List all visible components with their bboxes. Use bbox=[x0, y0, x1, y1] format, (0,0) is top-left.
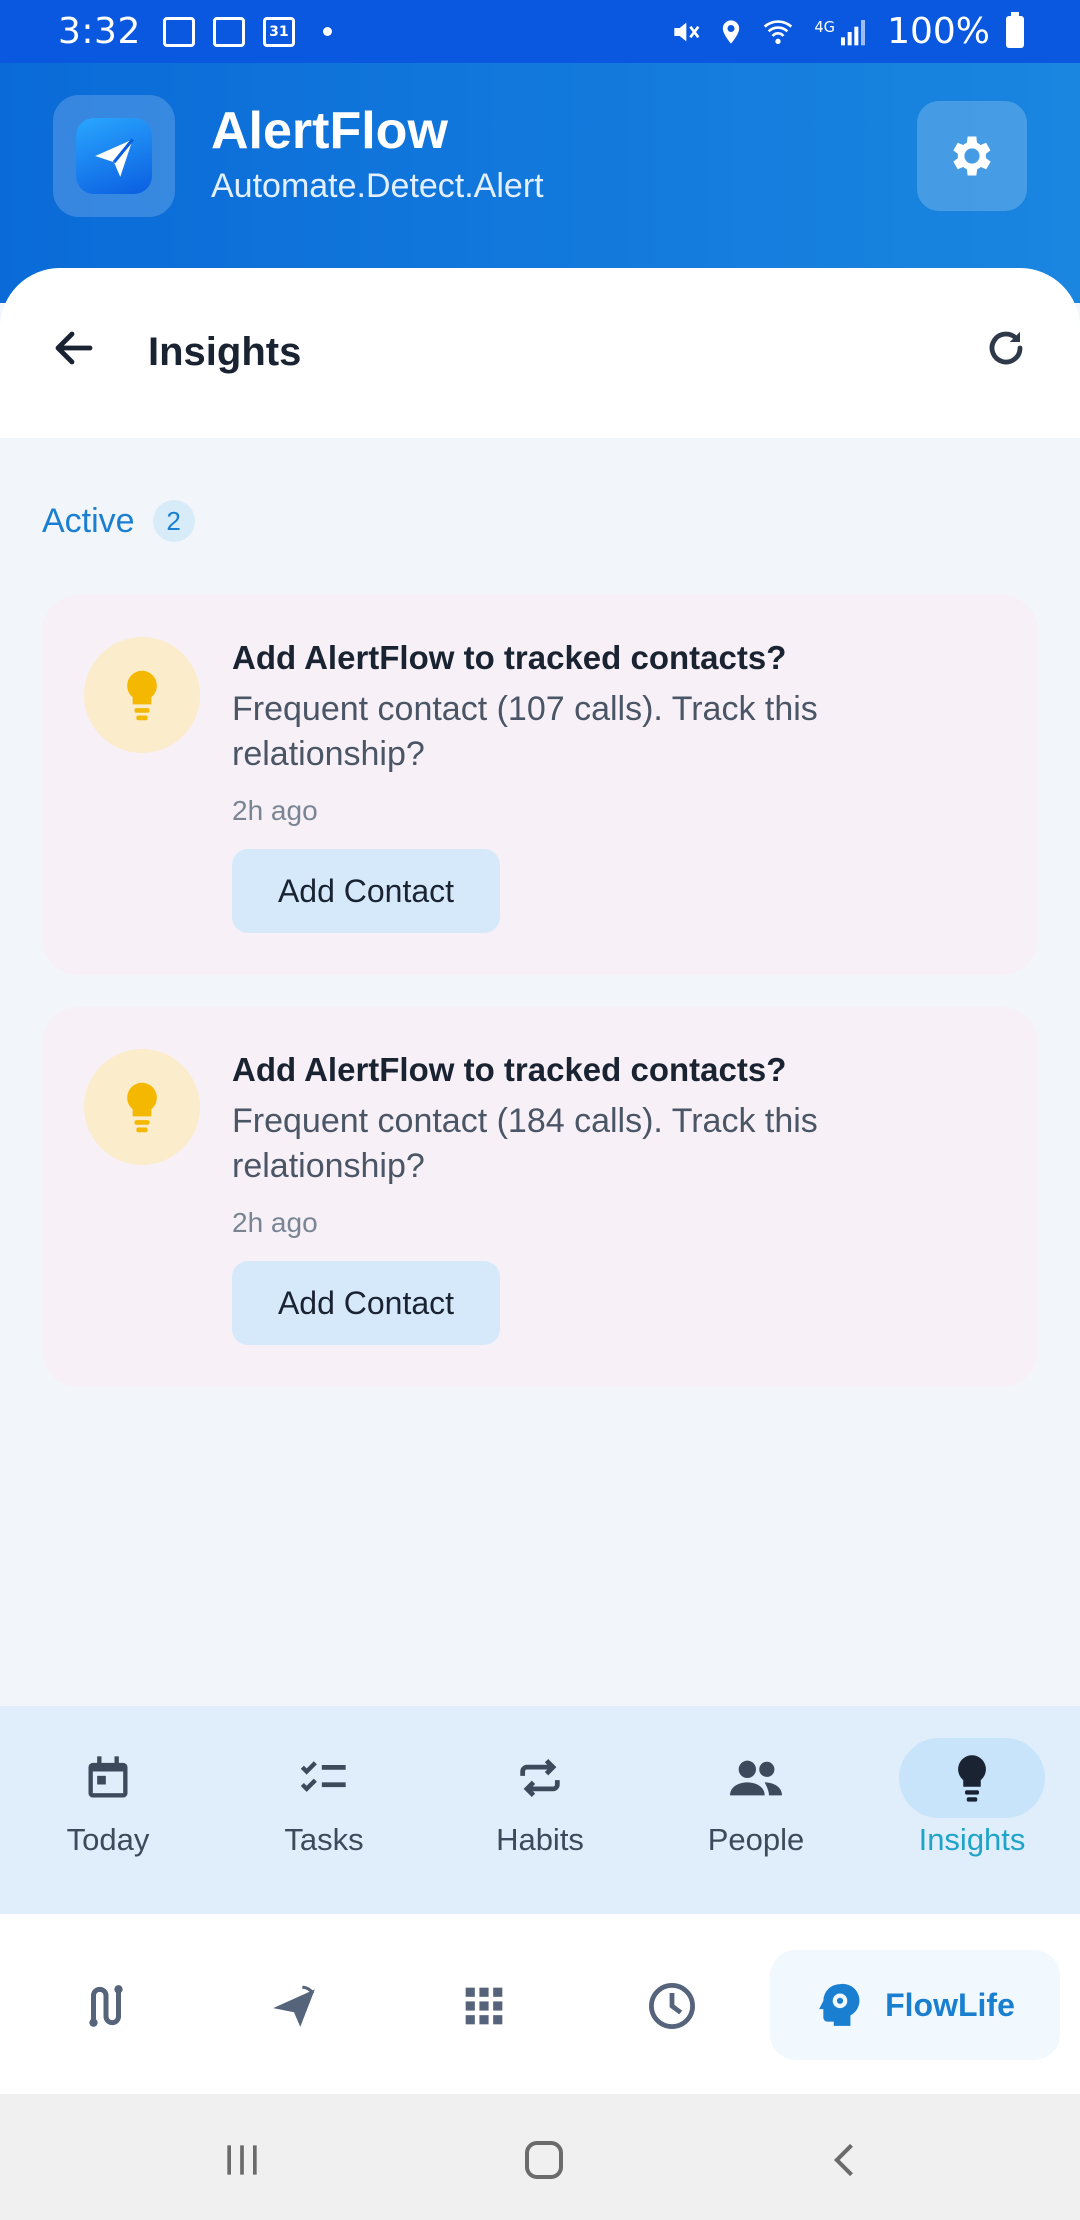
calendar-icon bbox=[88, 1756, 128, 1798]
nav-item-tasks[interactable]: Tasks bbox=[216, 1706, 432, 1914]
nav-label: Tasks bbox=[284, 1822, 364, 1857]
app-header: AlertFlow Automate.Detect.Alert bbox=[0, 63, 1080, 303]
grid-icon bbox=[465, 1987, 503, 2025]
battery-icon bbox=[1006, 11, 1024, 48]
nav-label: People bbox=[707, 1822, 805, 1857]
card-icon-circle bbox=[84, 1049, 200, 1165]
lightbulb-icon bbox=[127, 1082, 157, 1133]
card-timestamp: 2h ago bbox=[232, 795, 318, 826]
app-logo bbox=[53, 95, 175, 217]
recent-apps-button[interactable] bbox=[212, 2130, 272, 2190]
card-body: Frequent contact (107 calls). Track this… bbox=[232, 690, 818, 773]
insight-card: Add AlertFlow to tracked contacts? Frequ… bbox=[42, 595, 1038, 975]
add-contact-button[interactable]: Add Contact bbox=[232, 849, 500, 933]
signal-4g-icon: 4G bbox=[814, 19, 866, 45]
chevron-left-icon bbox=[833, 2143, 853, 2177]
paper-plane-logo-icon bbox=[95, 138, 134, 177]
wifi-icon bbox=[763, 19, 793, 44]
insight-card: Add AlertFlow to tracked contacts? Frequ… bbox=[42, 1007, 1038, 1387]
calendar-notification-icon bbox=[212, 16, 245, 47]
arrow-left-icon bbox=[55, 331, 93, 365]
repeat-icon bbox=[520, 1758, 560, 1798]
head-gear-icon bbox=[819, 1983, 860, 2026]
page-title: Insights bbox=[148, 330, 302, 374]
switcher-apps-button[interactable] bbox=[452, 1974, 516, 2038]
switcher-alertflow-button[interactable] bbox=[262, 1974, 326, 2038]
calendar-day-icon: 31 bbox=[262, 16, 295, 47]
settings-button[interactable] bbox=[917, 101, 1027, 211]
nav-label: Habits bbox=[496, 1822, 584, 1857]
battery-percent: 100% bbox=[887, 11, 990, 52]
recent-apps-icon bbox=[227, 2145, 257, 2175]
switcher-flowlife-button[interactable]: FlowLife bbox=[770, 1950, 1060, 2060]
nav-label: Insights bbox=[918, 1822, 1026, 1857]
clock-icon bbox=[649, 1983, 695, 2029]
nav-label: Today bbox=[66, 1822, 150, 1857]
mute-icon bbox=[674, 22, 700, 41]
section-count-badge: 2 bbox=[152, 500, 195, 542]
gallery-notification-icon bbox=[162, 16, 195, 47]
app-subtitle: Automate.Detect.Alert bbox=[211, 167, 544, 205]
card-title: Add AlertFlow to tracked contacts? bbox=[232, 639, 787, 676]
app-title: AlertFlow bbox=[211, 102, 448, 160]
checklist-icon bbox=[300, 1761, 346, 1792]
lightbulb-icon bbox=[127, 670, 157, 721]
status-time: 3:32 bbox=[58, 11, 141, 52]
svg-text:4G: 4G bbox=[814, 19, 835, 36]
app-switcher-bar: FlowLife bbox=[0, 1914, 1080, 2094]
card-body: Frequent contact (184 calls). Track this… bbox=[232, 1102, 818, 1185]
switcher-active-label: FlowLife bbox=[885, 1986, 1015, 2023]
add-contact-button[interactable]: Add Contact bbox=[232, 1261, 500, 1345]
page-header: Insights bbox=[0, 268, 1080, 438]
nav-item-today[interactable]: Today bbox=[0, 1706, 216, 1914]
home-icon bbox=[525, 2141, 563, 2179]
back-button[interactable] bbox=[44, 318, 104, 378]
switcher-route-button[interactable] bbox=[74, 1974, 138, 2038]
refresh-button[interactable] bbox=[976, 318, 1036, 378]
card-title: Add AlertFlow to tracked contacts? bbox=[232, 1051, 787, 1088]
active-section-header: Active 2 bbox=[42, 500, 195, 542]
gear-icon bbox=[953, 136, 991, 176]
more-notifications-dot bbox=[322, 27, 332, 36]
system-back-button[interactable] bbox=[816, 2130, 876, 2190]
route-icon bbox=[89, 1985, 123, 2027]
home-button[interactable] bbox=[514, 2130, 574, 2190]
lightbulb-icon bbox=[958, 1755, 986, 1802]
people-icon bbox=[730, 1760, 782, 1796]
system-navigation-bar bbox=[0, 2094, 1080, 2220]
nav-item-insights[interactable]: Insights bbox=[864, 1706, 1080, 1914]
status-bar: 3:32 31 4G 100% bbox=[0, 0, 1080, 63]
nav-item-people[interactable]: People bbox=[648, 1706, 864, 1914]
switcher-history-button[interactable] bbox=[640, 1974, 704, 2038]
card-icon-circle bbox=[84, 637, 200, 753]
bottom-navigation: Today Tasks Habits People Insights bbox=[0, 1706, 1080, 1914]
section-label: Active bbox=[42, 501, 135, 540]
nav-item-habits[interactable]: Habits bbox=[432, 1706, 648, 1914]
paper-plane-icon bbox=[273, 1985, 315, 2027]
card-timestamp: 2h ago bbox=[232, 1207, 318, 1238]
refresh-icon bbox=[989, 331, 1023, 365]
location-icon bbox=[722, 19, 740, 44]
